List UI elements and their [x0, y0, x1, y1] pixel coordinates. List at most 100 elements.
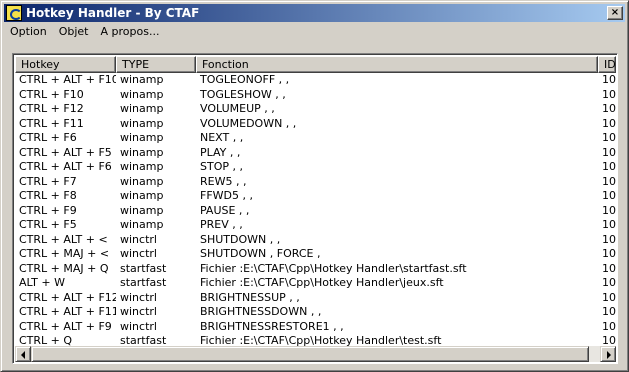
table-row[interactable]: CTRL + F11 winamp VOLUMEDOWN , , 100 [15, 117, 616, 132]
cell-id: 100 [602, 116, 616, 130]
cell-hotkey: ALT + W [19, 276, 65, 289]
horizontal-scrollbar[interactable] [15, 346, 616, 362]
column-header-fonction[interactable]: Fonction [196, 56, 598, 73]
cell-type: winctrl [120, 290, 157, 304]
table-row[interactable]: CTRL + F5 winamp PREV , , 101 [15, 218, 616, 233]
cell-fonction: VOLUMEUP , , [200, 102, 275, 115]
cell-fonction: BRIGHTNESSDOWN , , [200, 305, 322, 318]
table-row[interactable]: CTRL + F8 winamp FFWD5 , , 100 [15, 189, 616, 204]
cell-hotkey: CTRL + ALT + F5 [19, 145, 112, 159]
cell-type: winctrl [120, 232, 157, 246]
cell-id: 100 [602, 145, 616, 159]
cell-type: winctrl [120, 247, 157, 260]
cell-id: 101 [602, 203, 616, 217]
scroll-thumb[interactable] [31, 346, 589, 362]
cell-fonction: FFWD5 , , [200, 189, 253, 202]
cell-fonction: BRIGHTNESSUP , , [200, 290, 300, 304]
table-row[interactable]: CTRL + ALT + F6 winamp STOP , , 100 [15, 160, 616, 175]
cell-type: winamp [120, 102, 164, 115]
cell-type: startfast [120, 276, 167, 289]
table-row[interactable]: CTRL + ALT + F11 winctrl BRIGHTNESSDOWN … [15, 305, 616, 320]
cell-hotkey: CTRL + MAJ + < [19, 247, 110, 260]
cell-hotkey: CTRL + F8 [19, 189, 77, 202]
menu-option[interactable]: Option [4, 23, 53, 41]
cell-type: winamp [120, 131, 164, 144]
cell-type: winamp [120, 87, 164, 101]
scroll-right-arrow-icon [607, 351, 611, 359]
column-header-type[interactable]: TYPE [116, 56, 196, 73]
cell-type: startfast [120, 261, 167, 275]
cell-fonction: Fichier :E:\CTAF\Cpp\Hotkey Handler\jeux… [200, 276, 444, 289]
cell-type: winamp [120, 116, 164, 130]
menu-a-propos[interactable]: A propos... [95, 23, 166, 41]
table-row[interactable]: ALT + W startfast Fichier :E:\CTAF\Cpp\H… [15, 276, 616, 291]
cell-id: 101 [602, 290, 616, 304]
cell-type: winamp [120, 218, 164, 231]
cell-id: 101 [602, 261, 616, 275]
cell-hotkey: CTRL + ALT + F6 [19, 160, 112, 173]
cell-id: 101 [602, 305, 616, 318]
cell-hotkey: CTRL + F7 [19, 174, 77, 188]
table-row[interactable]: CTRL + ALT + F9 winctrl BRIGHTNESSRESTOR… [15, 320, 616, 335]
table-row[interactable]: CTRL + ALT + F12 winctrl BRIGHTNESSUP , … [15, 291, 616, 306]
cell-hotkey: CTRL + ALT + < [19, 232, 108, 246]
table-row[interactable]: CTRL + ALT + F10 winamp TOGLEONOFF , , 1… [15, 73, 616, 88]
cell-id: 100 [602, 160, 616, 173]
cell-fonction: PREV , , [200, 218, 243, 231]
table-row[interactable]: CTRL + MAJ + Q startfast Fichier :E:\CTA… [15, 262, 616, 277]
cell-id: 100 [602, 189, 616, 202]
cell-fonction: BRIGHTNESSRESTORE1 , , [200, 319, 344, 333]
table-row[interactable]: CTRL + ALT + F5 winamp PLAY , , 100 [15, 146, 616, 161]
close-button[interactable]: × [607, 6, 623, 20]
cell-id: 100 [602, 174, 616, 188]
column-header-id[interactable]: ID [598, 56, 616, 73]
scroll-right-button[interactable] [600, 346, 616, 362]
cell-fonction: TOGLEONOFF , , [200, 73, 290, 86]
cell-type: winamp [120, 203, 164, 217]
cell-type: winamp [120, 189, 164, 202]
cell-id: 101 [602, 276, 616, 289]
cell-fonction: PLAY , , [200, 145, 241, 159]
close-icon: × [610, 7, 620, 18]
cell-id: 101 [602, 319, 616, 333]
cell-fonction: NEXT , , [200, 131, 244, 144]
cell-fonction: SHUTDOWN , FORCE , [200, 247, 321, 260]
app-icon[interactable] [6, 5, 22, 21]
list-header: Hotkey TYPE Fonction ID [15, 56, 616, 73]
menu-bar: Option Objet A propos... [4, 23, 625, 41]
table-row[interactable]: CTRL + F10 winamp TOGLESHOW , , 100 [15, 88, 616, 103]
table-row[interactable]: CTRL + F9 winamp PAUSE , , 101 [15, 204, 616, 219]
scroll-left-button[interactable] [15, 346, 31, 362]
cell-hotkey: CTRL + F11 [19, 116, 84, 130]
list-rows: CTRL + ALT + F10 winamp TOGLEONOFF , , 1… [15, 73, 616, 349]
column-header-hotkey[interactable]: Hotkey [15, 56, 116, 73]
window-title: Hotkey Handler - By CTAF [26, 6, 200, 20]
title-bar[interactable]: Hotkey Handler - By CTAF × [4, 4, 625, 22]
cell-hotkey: CTRL + F10 [19, 87, 84, 101]
cell-fonction: VOLUMEDOWN , , [200, 116, 297, 130]
cell-type: winctrl [120, 305, 157, 318]
cell-fonction: SHUTDOWN , , [200, 232, 281, 246]
main-window: Hotkey Handler - By CTAF × Option Objet … [0, 0, 629, 372]
cell-type: winamp [120, 174, 164, 188]
hotkey-list[interactable]: Hotkey TYPE Fonction ID CTRL + ALT + F10… [12, 53, 618, 364]
menu-objet[interactable]: Objet [53, 23, 95, 41]
table-row[interactable]: CTRL + F12 winamp VOLUMEUP , , 100 [15, 102, 616, 117]
table-row[interactable]: CTRL + F7 winamp REW5 , , 100 [15, 175, 616, 190]
table-row[interactable]: CTRL + F6 winamp NEXT , , 100 [15, 131, 616, 146]
cell-type: winctrl [120, 319, 157, 333]
cell-fonction: REW5 , , [200, 174, 247, 188]
table-row[interactable]: CTRL + ALT + < winctrl SHUTDOWN , , 101 [15, 233, 616, 248]
cell-hotkey: CTRL + F9 [19, 203, 77, 217]
cell-hotkey: CTRL + MAJ + Q [19, 261, 109, 275]
cell-hotkey: CTRL + F5 [19, 218, 77, 231]
cell-id: 101 [602, 218, 616, 231]
table-row[interactable]: CTRL + MAJ + < winctrl SHUTDOWN , FORCE … [15, 247, 616, 262]
cell-id: 100 [602, 87, 616, 101]
cell-hotkey: CTRL + ALT + F9 [19, 319, 112, 333]
scroll-left-arrow-icon [21, 351, 25, 359]
cell-hotkey: CTRL + F6 [19, 131, 77, 144]
cell-id: 100 [602, 131, 616, 144]
cell-hotkey: CTRL + ALT + F12 [19, 290, 116, 304]
cell-fonction: TOGLESHOW , , [200, 87, 286, 101]
